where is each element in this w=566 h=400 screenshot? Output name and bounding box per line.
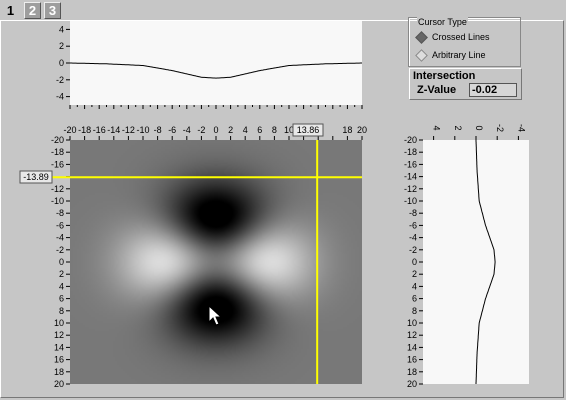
x-tick-label: -20 <box>63 125 76 135</box>
x-tick-label: 6 <box>257 125 262 135</box>
x-tick-label: -6 <box>168 125 176 135</box>
x-tick-label: 2 <box>228 125 233 135</box>
z-value-field: -0.02 <box>469 83 517 97</box>
y-tick-label: 6 <box>412 294 417 304</box>
y-tick-label: 2 <box>59 269 64 279</box>
x-tick-label: 0 <box>474 125 484 130</box>
y-tick-label: -18 <box>51 147 64 157</box>
y-tick-label: -4 <box>409 233 417 243</box>
y-tick-label: 20 <box>407 379 417 389</box>
cursor-y-value: -13.89 <box>23 172 49 182</box>
x-tick-label: 8 <box>272 125 277 135</box>
y-tick-label: -16 <box>51 159 64 169</box>
y-tick-label: -4 <box>56 92 64 102</box>
x-tick-label: 0 <box>213 125 218 135</box>
y-tick-label: -10 <box>51 196 64 206</box>
y-tick-label: 0 <box>412 257 417 267</box>
y-tick-label: 16 <box>54 355 64 365</box>
y-tick-label: 4 <box>59 281 64 291</box>
y-tick-label: -2 <box>56 245 64 255</box>
y-tick-label: 18 <box>54 367 64 377</box>
x-tick-label: -16 <box>93 125 106 135</box>
y-tick-label: 14 <box>407 342 417 352</box>
intersection-panel: Intersection Z-Value -0.02 <box>409 68 522 100</box>
arbitrary-line-option[interactable]: Arbitrary Line <box>414 48 486 62</box>
y-tick-label: 8 <box>412 306 417 316</box>
y-tick-label: 16 <box>407 355 417 365</box>
x-tick-label: -4 <box>183 125 191 135</box>
vertical-profile-background <box>423 140 529 384</box>
y-tick-label: 14 <box>54 342 64 352</box>
x-tick-label: -12 <box>122 125 135 135</box>
y-tick-label: -12 <box>51 184 64 194</box>
x-tick-label: 20 <box>357 125 367 135</box>
y-tick-label: -4 <box>56 233 64 243</box>
y-tick-label: 12 <box>54 330 64 340</box>
y-tick-label: 8 <box>59 306 64 316</box>
crossed-lines-label: Crossed Lines <box>432 32 490 42</box>
x-tick-label: -2 <box>197 125 205 135</box>
y-tick-label: -10 <box>404 196 417 206</box>
radio-selected-icon <box>415 30 428 44</box>
y-tick-label: 0 <box>59 58 64 68</box>
x-tick-label: -2 <box>495 124 505 132</box>
y-tick-label: 6 <box>59 294 64 304</box>
y-tick-label: 2 <box>412 269 417 279</box>
y-tick-label: -12 <box>404 184 417 194</box>
image-map: -20 -18 -16 -14 -12 -10 -8 -6 -4 -2 0 2 4 6 8 10 18 20 -2… <box>51 125 367 389</box>
x-tick-label: 18 <box>342 125 352 135</box>
intersection-title: Intersection <box>413 70 476 82</box>
x-tick-label: 4 <box>243 125 248 135</box>
y-tick-label: -8 <box>409 208 417 218</box>
y-tick-label: 0 <box>59 257 64 267</box>
vertical-profile-plot: 4 2 0 -2 -4 -20-18-16-14-12-10-8-6-4-2024681… <box>404 124 529 389</box>
x-tick-label: -8 <box>154 125 162 135</box>
y-tick-label: 2 <box>59 41 64 51</box>
x-tick-label: 2 <box>453 125 463 130</box>
horizontal-profile-background <box>70 21 362 105</box>
x-tick-label: -4 <box>516 124 526 132</box>
y-tick-label: -16 <box>404 159 417 169</box>
y-tick-label: -20 <box>51 135 64 145</box>
cursor-type-group: Cursor Type Crossed Lines Arbitrary Line <box>408 17 521 67</box>
y-tick-label: 4 <box>59 24 64 34</box>
cursor-x-readout: 13.86 <box>292 123 324 137</box>
cursor-type-title: Cursor Type <box>417 17 468 27</box>
arbitrary-line-label: Arbitrary Line <box>432 50 486 60</box>
cursor-y-readout: -13.89 <box>19 170 53 184</box>
y-tick-label: -6 <box>56 220 64 230</box>
y-tick-label: -2 <box>409 245 417 255</box>
y-tick-label: 20 <box>54 379 64 389</box>
horizontal-profile-plot: 4 2 0 -2 -4 <box>56 21 363 109</box>
x-tick-label: -10 <box>136 125 149 135</box>
y-tick-label: 4 <box>412 281 417 291</box>
crossed-lines-option[interactable]: Crossed Lines <box>414 30 490 44</box>
y-tick-label: -20 <box>404 135 417 145</box>
radio-unselected-icon <box>415 48 428 62</box>
y-tick-label: -18 <box>404 147 417 157</box>
cursor-x-value: 13.86 <box>297 125 320 135</box>
y-tick-label: -8 <box>56 208 64 218</box>
y-tick-label: -14 <box>404 172 417 182</box>
x-tick-label: -18 <box>78 125 91 135</box>
y-tick-label: 10 <box>54 318 64 328</box>
y-tick-label: -2 <box>56 75 64 85</box>
x-tick-label: -14 <box>107 125 120 135</box>
y-tick-label: 18 <box>407 367 417 377</box>
y-tick-label: -6 <box>409 220 417 230</box>
y-tick-label: 12 <box>407 330 417 340</box>
z-value-label: Z-Value <box>417 84 457 96</box>
y-tick-label: 10 <box>407 318 417 328</box>
x-tick-label: 4 <box>432 125 442 130</box>
